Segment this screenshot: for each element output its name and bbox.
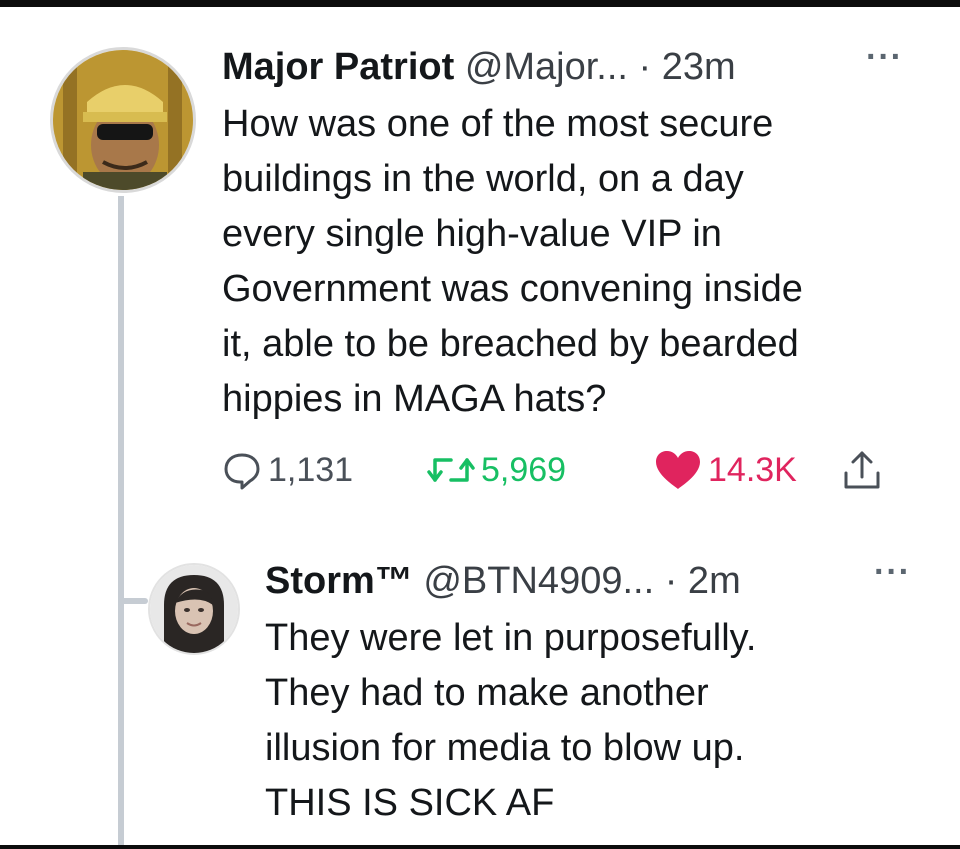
avatar-image <box>53 50 193 190</box>
tweet-text-line: hippies in MAGA hats? <box>222 378 607 420</box>
share-icon <box>844 451 880 489</box>
reply-text-line: illusion for media to blow up. <box>265 727 745 769</box>
reply-text-line: THIS IS SICK AF <box>265 782 555 824</box>
reply-text-line: They were let in purposefully. <box>265 617 757 659</box>
thread-line <box>118 196 124 849</box>
reply-time[interactable]: · 2m <box>665 560 741 602</box>
reply-avatar[interactable] <box>148 563 240 655</box>
tweet-actions: 1,131 5,969 14.3K <box>222 447 912 493</box>
reply-author-name[interactable]: Storm™ <box>265 560 413 602</box>
retweet-button[interactable]: 5,969 <box>427 447 566 493</box>
like-button[interactable]: 14.3K <box>654 447 797 493</box>
reply-count: 1,131 <box>268 450 354 489</box>
author-handle[interactable]: @Major... <box>465 46 628 88</box>
retweet-count: 5,969 <box>481 450 567 489</box>
tweet-text-line: buildings in the world, on a day <box>222 158 744 200</box>
like-icon <box>656 451 700 489</box>
author-name[interactable]: Major Patriot <box>222 46 454 88</box>
tweet-text-line: it, able to be breached by bearded <box>222 323 799 365</box>
reply-text-line: They had to make another <box>265 672 709 714</box>
tweet-text-line: How was one of the most secure <box>222 103 774 145</box>
tweet-header: Major Patriot @Major... · 23m <box>222 45 736 89</box>
thread-connector <box>118 598 148 604</box>
reply-button[interactable]: 1,131 <box>222 447 353 493</box>
tweet-text-line: Government was convening inside <box>222 268 803 310</box>
avatar[interactable] <box>50 47 196 193</box>
share-button[interactable] <box>842 447 882 493</box>
reply-author-handle[interactable]: @BTN4909... <box>423 560 654 602</box>
bottom-border <box>0 845 960 849</box>
reply-more-options-icon[interactable]: ··· <box>874 553 911 592</box>
like-count: 14.3K <box>708 450 797 489</box>
reply-header: Storm™ @BTN4909... · 2m <box>265 559 741 603</box>
tweet-text-line: every single high-value VIP in <box>222 213 722 255</box>
reply-icon <box>224 453 260 490</box>
retweet-icon <box>427 458 475 482</box>
reply-avatar-image <box>150 565 238 653</box>
tweet-time[interactable]: · 23m <box>639 46 736 88</box>
top-border <box>0 0 960 7</box>
more-options-icon[interactable]: ··· <box>866 38 903 77</box>
